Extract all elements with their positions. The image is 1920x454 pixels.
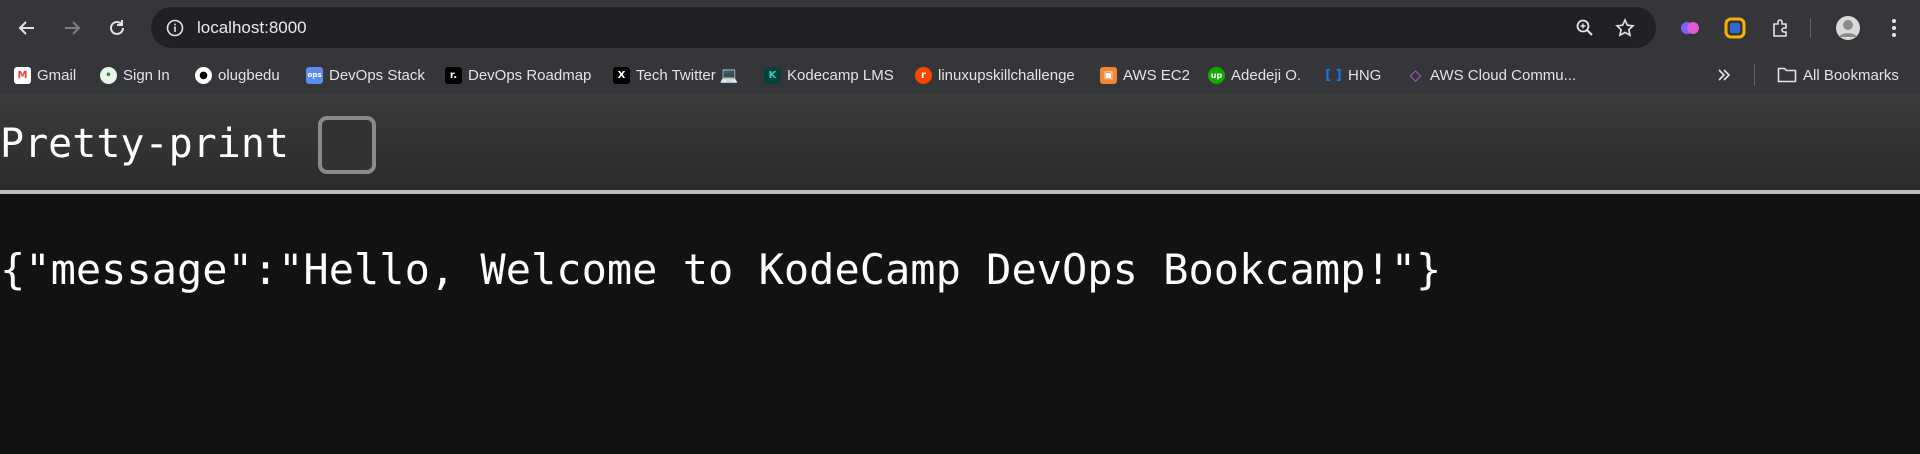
extensions-puzzle-icon[interactable] — [1767, 14, 1795, 42]
url-text[interactable]: localhost:8000 — [197, 18, 307, 38]
bookmark-label: Gmail — [37, 66, 77, 84]
bookmark-devops-roadmap[interactable]: r. DevOps Roadmap — [445, 63, 591, 87]
hng-icon: [ ] — [1325, 67, 1342, 83]
extension-color-picker-icon[interactable] — [1721, 14, 1749, 42]
all-bookmarks-label: All Bookmarks — [1803, 66, 1899, 84]
reload-icon — [110, 20, 124, 35]
browser-menu-icon[interactable] — [1880, 14, 1908, 42]
bookmark-sign-in[interactable]: • Sign In — [100, 63, 170, 87]
extension-brain-icon[interactable] — [1676, 14, 1704, 42]
bookmark-hng[interactable]: [ ] HNG — [1325, 63, 1381, 87]
bookmark-label: Sign In — [123, 66, 170, 84]
pretty-print-checkbox[interactable] — [318, 116, 376, 174]
bookmark-label: Tech Twitter 💻 — [636, 67, 739, 84]
bookmark-label: Kodecamp LMS — [787, 66, 894, 84]
bookmark-label: HNG — [1348, 66, 1382, 84]
all-bookmarks-button[interactable]: All Bookmarks — [1777, 63, 1899, 87]
devops-stack-icon: ops — [306, 66, 323, 84]
bookmark-tech-twitter[interactable]: X Tech Twitter 💻 — [613, 63, 739, 87]
zoom-icon[interactable] — [1573, 16, 1597, 40]
bookmark-devops-stack[interactable]: ops DevOps Stack — [306, 63, 425, 87]
bookmark-label: Adedeji O. — [1231, 66, 1302, 84]
reload-button[interactable] — [101, 12, 133, 44]
site-info-icon[interactable] — [163, 16, 187, 40]
bookmarks-bar: M Gmail • Sign In ● olugbedu ops DevOps … — [0, 56, 1920, 94]
bookmark-adedeji[interactable]: up Adedeji O. — [1208, 63, 1301, 87]
bookmark-aws-cloud-community[interactable]: ◇ AWS Cloud Commu... — [1407, 63, 1576, 87]
bookmark-gmail[interactable]: M Gmail — [14, 63, 76, 87]
gmail-icon: M — [14, 66, 31, 84]
bookmarks-divider — [1754, 64, 1755, 86]
forward-button[interactable] — [56, 12, 88, 44]
bookmark-linuxupskillchallenge[interactable]: r linuxupskillchallenge — [915, 63, 1075, 87]
x-twitter-icon: X — [613, 66, 630, 84]
aws-cloud-community-icon: ◇ — [1409, 66, 1422, 84]
more-bookmarks-chevron-icon[interactable] — [1716, 63, 1732, 87]
bookmark-aws-ec2[interactable]: ▣ AWS EC2 — [1100, 63, 1190, 87]
forward-arrow-icon — [65, 21, 81, 35]
bookmark-label: AWS Cloud Commu... — [1430, 66, 1577, 84]
sign-in-icon: • — [100, 66, 117, 84]
folder-icon — [1777, 67, 1797, 83]
browser-toolbar: localhost:8000 — [0, 0, 1920, 56]
bookmark-label: DevOps Roadmap — [468, 66, 592, 84]
roadmap-icon: r. — [445, 66, 462, 84]
bookmark-label: DevOps Stack — [329, 66, 425, 84]
aws-ec2-icon: ▣ — [1100, 66, 1117, 84]
toolbar-divider — [1810, 18, 1811, 38]
kodecamp-icon: K — [764, 66, 781, 84]
back-arrow-icon — [18, 21, 34, 35]
profile-avatar[interactable] — [1834, 14, 1862, 42]
bookmark-kodecamp-lms[interactable]: K Kodecamp LMS — [764, 63, 894, 87]
upwork-icon: up — [1208, 66, 1225, 84]
back-button[interactable] — [11, 12, 43, 44]
bookmark-label: linuxupskillchallenge — [938, 66, 1075, 84]
github-icon: ● — [195, 66, 212, 84]
bookmark-olugbedu[interactable]: ● olugbedu — [195, 63, 280, 87]
bookmark-label: AWS EC2 — [1123, 66, 1190, 84]
pretty-print-label[interactable]: Pretty-print — [0, 122, 289, 166]
pretty-print-bar: Pretty-print — [0, 94, 1920, 194]
reddit-icon: r — [915, 66, 932, 84]
bookmark-label: olugbedu — [218, 66, 280, 84]
address-bar[interactable]: localhost:8000 — [151, 7, 1656, 48]
bookmark-star-icon[interactable] — [1613, 16, 1637, 40]
json-response-text: {"message":"Hello, Welcome to KodeCamp D… — [0, 245, 1442, 294]
